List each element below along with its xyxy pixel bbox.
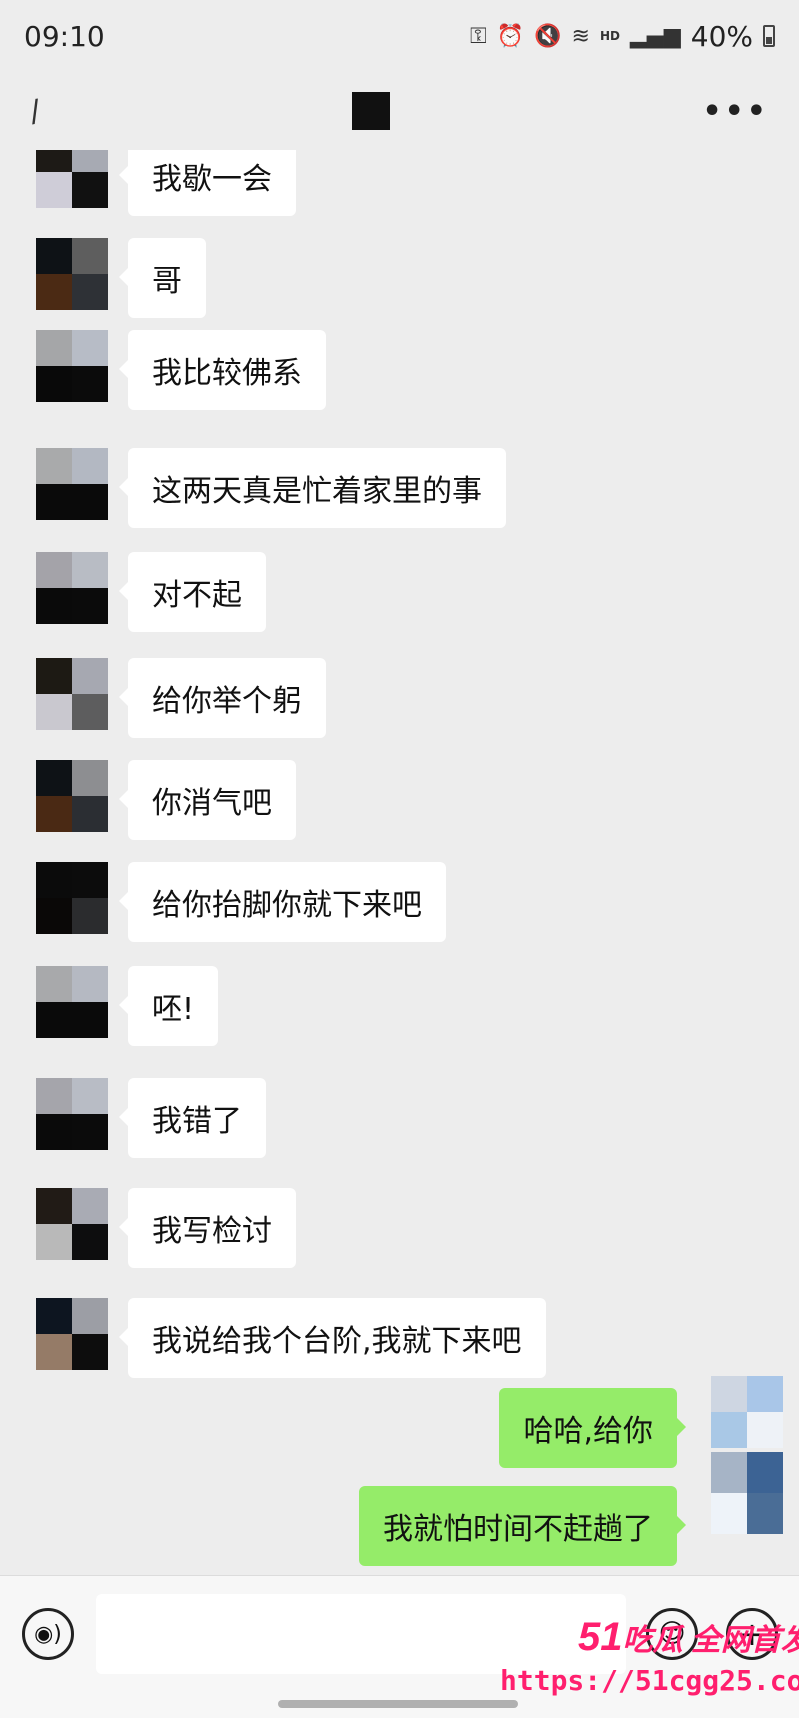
back-icon[interactable]: / bbox=[27, 93, 43, 129]
signal-icon: ▂▄▆ bbox=[630, 23, 681, 49]
message-left: 呸! bbox=[36, 966, 219, 1046]
wifi-icon: ≋ bbox=[571, 23, 590, 49]
status-bar: 09:10 ⚿ ⏰ 🔇 ≋ HD ▂▄▆ 40% bbox=[0, 0, 799, 72]
message-left: 给你抬脚你就下来吧 bbox=[36, 862, 446, 942]
avatar[interactable] bbox=[36, 760, 108, 832]
message-left: 我比较佛系 bbox=[36, 330, 326, 410]
hd-icon: HD bbox=[599, 29, 620, 43]
message-left: 你消气吧 bbox=[36, 760, 296, 840]
message-bubble[interactable]: 哥 bbox=[119, 238, 206, 318]
watermark-brand-text: 吃瓜 全网首发 bbox=[622, 1624, 799, 1657]
message-bubble[interactable]: 给你抬脚你就下来吧 bbox=[119, 862, 446, 942]
message-left: 对不起 bbox=[36, 552, 266, 632]
avatar[interactable] bbox=[36, 552, 108, 624]
message-bubble[interactable]: 这两天真是忙着家里的事 bbox=[119, 448, 506, 528]
avatar[interactable] bbox=[711, 1452, 783, 1534]
message-bubble[interactable]: 呸! bbox=[118, 966, 219, 1046]
message-bubble[interactable]: 我就怕时间不赶趟了 bbox=[359, 1486, 686, 1566]
avatar[interactable] bbox=[711, 1376, 783, 1448]
voice-icon[interactable]: ◉) bbox=[22, 1608, 74, 1660]
message-bubble[interactable]: 我比较佛系 bbox=[119, 330, 326, 410]
avatar[interactable] bbox=[36, 966, 108, 1038]
avatar[interactable] bbox=[36, 658, 108, 730]
battery-percent: 40% bbox=[690, 19, 753, 53]
message-bubble[interactable]: 给你举个躬 bbox=[119, 658, 326, 738]
message-bubble[interactable]: 我说给我个台阶,我就下来吧 bbox=[119, 1298, 546, 1378]
message-bubble[interactable]: 你消气吧 bbox=[119, 760, 296, 840]
message-left: 我歇一会 bbox=[36, 150, 296, 216]
avatar[interactable] bbox=[36, 1188, 108, 1260]
chat-area[interactable]: 我歇一会 哥 我比较佛系 这两天真是忙着家里的事 对不起 给你举个躬 你消气吧 … bbox=[0, 150, 799, 1575]
message-input[interactable] bbox=[96, 1594, 626, 1674]
more-icon[interactable]: ••• bbox=[702, 94, 769, 129]
watermark-brand: 51吃瓜 全网首发 bbox=[578, 1615, 799, 1660]
message-left: 哥 bbox=[36, 238, 206, 318]
watermark-url: https://51cgg25.com bbox=[500, 1664, 799, 1697]
nav-bar: / ••• bbox=[0, 72, 799, 150]
message-left: 我错了 bbox=[36, 1078, 266, 1158]
battery-icon bbox=[763, 25, 775, 47]
message-bubble[interactable]: 对不起 bbox=[119, 552, 266, 632]
status-time: 09:10 bbox=[24, 19, 105, 53]
alarm-icon: ⏰ bbox=[496, 23, 525, 49]
chat-title-redacted bbox=[352, 92, 391, 130]
avatar[interactable] bbox=[36, 330, 108, 402]
message-bubble[interactable]: 我写检讨 bbox=[119, 1188, 296, 1268]
mute-icon: 🔇 bbox=[534, 23, 562, 49]
key-icon: ⚿ bbox=[469, 23, 487, 49]
message-bubble[interactable]: 我错了 bbox=[119, 1078, 266, 1158]
message-bubble[interactable]: 我歇一会 bbox=[119, 150, 296, 216]
home-indicator[interactable] bbox=[278, 1700, 518, 1708]
avatar[interactable] bbox=[36, 862, 108, 934]
avatar[interactable] bbox=[36, 150, 108, 208]
avatar[interactable] bbox=[36, 238, 108, 310]
message-left: 给你举个躬 bbox=[36, 658, 326, 738]
message-left: 我写检讨 bbox=[36, 1188, 296, 1268]
watermark-brand-number: 51 bbox=[578, 1615, 623, 1659]
message-left: 这两天真是忙着家里的事 bbox=[36, 448, 506, 528]
avatar[interactable] bbox=[36, 448, 108, 520]
status-icons: ⚿ ⏰ 🔇 ≋ HD ▂▄▆ 40% bbox=[470, 20, 775, 53]
avatar[interactable] bbox=[36, 1298, 108, 1370]
avatar[interactable] bbox=[36, 1078, 108, 1150]
message-right: 我就怕时间不赶趟了 bbox=[359, 1452, 783, 1566]
message-left: 我说给我个台阶,我就下来吧 bbox=[36, 1298, 546, 1378]
